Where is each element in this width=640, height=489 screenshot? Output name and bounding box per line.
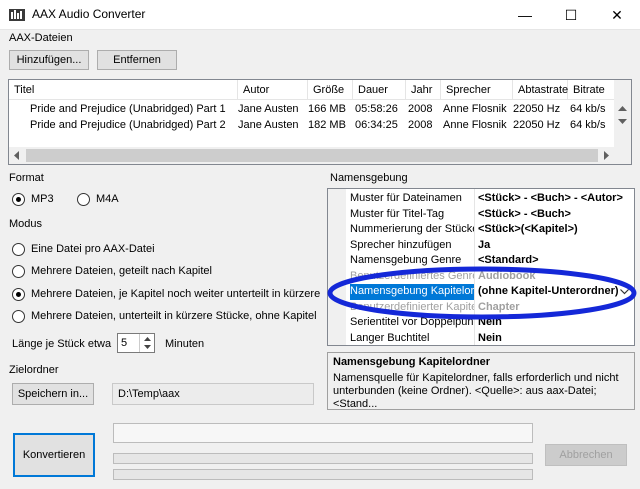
vertical-scrollbar[interactable] <box>614 80 631 147</box>
cell-groesse: 182 MB <box>308 119 346 131</box>
format-group-label: Format <box>9 172 44 184</box>
col-dauer[interactable]: Dauer <box>353 80 406 100</box>
length-unit: Minuten <box>165 338 205 350</box>
property-name: Sprecher hinzufügen <box>350 238 452 251</box>
stepper-buttons[interactable] <box>139 334 154 352</box>
scroll-left-icon[interactable] <box>14 151 20 160</box>
property-value[interactable]: <Stück>(<Kapitel>) <box>478 222 634 238</box>
modus-radio-4[interactable] <box>12 310 25 323</box>
modus-option-4[interactable]: Mehrere Dateien, unterteilt in kürzere S… <box>31 310 317 322</box>
cell-groesse: 166 MB <box>308 103 346 115</box>
cell-bitrate: 64 kb/s <box>570 103 606 115</box>
close-button[interactable]: ✕ <box>594 0 640 30</box>
property-value[interactable]: Ja <box>478 238 634 254</box>
cell-bitrate: 64 kb/s <box>570 119 606 131</box>
mp3-radio[interactable] <box>12 193 25 206</box>
scroll-right-icon[interactable] <box>604 151 610 160</box>
property-row[interactable]: Sprecher hinzufügen Ja <box>328 238 634 254</box>
aax-file-list[interactable]: Titel Autor Größe Dauer Jahr Sprecher Ab… <box>8 79 632 165</box>
property-value[interactable]: <Stück> - <Buch> - <Autor> <box>478 191 634 207</box>
table-row[interactable]: Pride and Prejudice (Unabridged) Part 1 … <box>9 102 631 117</box>
list-header: Titel Autor Größe Dauer Jahr Sprecher Ab… <box>9 80 631 100</box>
modus-group-label: Modus <box>9 218 43 230</box>
window-title: AAX Audio Converter <box>32 7 146 21</box>
app-icon <box>9 9 25 21</box>
table-row[interactable]: Pride and Prejudice (Unabridged) Part 2 … <box>9 118 631 133</box>
cell-titel: Pride and Prejudice (Unabridged) Part 2 <box>30 119 226 131</box>
convert-button[interactable]: Konvertieren <box>13 433 95 477</box>
length-stepper[interactable]: 5 <box>117 333 155 353</box>
col-sprecher[interactable]: Sprecher <box>441 80 513 100</box>
property-name: Muster für Titel-Tag <box>350 207 445 220</box>
property-name: Nummerierung der Stücke <box>350 223 474 235</box>
title-bar: AAX Audio Converter — ☐ ✕ <box>0 0 640 30</box>
length-value[interactable]: 5 <box>121 337 127 349</box>
col-autor[interactable]: Autor <box>238 80 308 100</box>
help-title: Namensgebung Kapitelordner <box>333 356 491 368</box>
aax-group-label: AAX-Dateien <box>9 32 73 44</box>
highlight-ellipse <box>327 266 637 320</box>
help-text: Namensquelle für Kapitelordner, falls er… <box>333 372 619 410</box>
output-path-field[interactable]: D:\Temp\aax <box>112 383 314 405</box>
save-in-button[interactable]: Speichern in... <box>12 383 94 405</box>
col-abtastrate[interactable]: Abtastrate <box>513 80 568 100</box>
cell-jahr: 2008 <box>408 119 433 131</box>
horizontal-scrollbar[interactable] <box>9 147 631 164</box>
stepper-up-icon[interactable] <box>144 337 151 341</box>
cell-sprecher: Anne Flosnik <box>443 103 507 115</box>
cell-autor: Jane Austen <box>238 119 299 131</box>
property-row[interactable]: Langer Buchtitel Nein <box>328 331 634 347</box>
output-path-value: D:\Temp\aax <box>118 388 180 400</box>
modus-radio-2[interactable] <box>12 265 25 278</box>
cell-abtastrate: 22050 Hz <box>513 119 561 131</box>
cell-jahr: 2008 <box>408 103 433 115</box>
modus-radio-1[interactable] <box>12 243 25 256</box>
property-value[interactable]: <Stück> - <Buch> <box>478 207 634 223</box>
property-value[interactable]: Nein <box>478 331 634 347</box>
add-button[interactable]: Hinzufügen... <box>9 50 89 70</box>
property-row[interactable]: Muster für Dateinamen <Stück> - <Buch> -… <box>328 191 634 207</box>
cell-titel: Pride and Prejudice (Unabridged) Part 1 <box>30 103 226 115</box>
minimize-button[interactable]: — <box>502 0 548 30</box>
property-name: Muster für Dateinamen <box>350 192 462 204</box>
stepper-down-icon[interactable] <box>144 345 151 349</box>
m4a-label[interactable]: M4A <box>96 193 119 205</box>
maximize-button[interactable]: ☐ <box>548 0 594 30</box>
cell-sprecher: Anne Flosnik <box>443 119 507 131</box>
modus-option-3[interactable]: Mehrere Dateien, je Kapitel noch weiter … <box>31 288 321 300</box>
modus-option-1[interactable]: Eine Datei pro AAX-Datei <box>31 243 155 255</box>
cancel-button[interactable]: Abbrechen <box>545 444 627 466</box>
progress-bar-1 <box>113 453 533 464</box>
modus-radio-3[interactable] <box>12 288 25 301</box>
col-titel[interactable]: Titel <box>9 80 238 100</box>
cell-autor: Jane Austen <box>238 103 299 115</box>
modus-option-2[interactable]: Mehrere Dateien, geteilt nach Kapitel <box>31 265 212 277</box>
remove-button[interactable]: Entfernen <box>97 50 177 70</box>
length-label: Länge je Stück etwa <box>12 338 112 350</box>
scroll-thumb[interactable] <box>26 149 598 162</box>
cell-dauer: 05:58:26 <box>355 103 398 115</box>
status-field <box>113 423 533 443</box>
progress-bar-2 <box>113 469 533 480</box>
mp3-label[interactable]: MP3 <box>31 193 54 205</box>
col-groesse[interactable]: Größe <box>308 80 353 100</box>
property-row[interactable]: Nummerierung der Stücke <Stück>(<Kapitel… <box>328 222 634 238</box>
scroll-up-icon[interactable] <box>618 106 627 112</box>
help-panel: Namensgebung Kapitelordner Namensquelle … <box>327 352 635 410</box>
col-jahr[interactable]: Jahr <box>406 80 441 100</box>
cell-abtastrate: 22050 Hz <box>513 103 561 115</box>
cell-dauer: 06:34:25 <box>355 119 398 131</box>
zielordner-group-label: Zielordner <box>9 364 59 376</box>
namensgebung-group-label: Namensgebung <box>330 172 408 184</box>
scroll-down-icon[interactable] <box>618 119 627 125</box>
m4a-radio[interactable] <box>77 193 90 206</box>
property-name: Langer Buchtitel <box>350 331 430 344</box>
property-row[interactable]: Muster für Titel-Tag <Stück> - <Buch> <box>328 207 634 223</box>
